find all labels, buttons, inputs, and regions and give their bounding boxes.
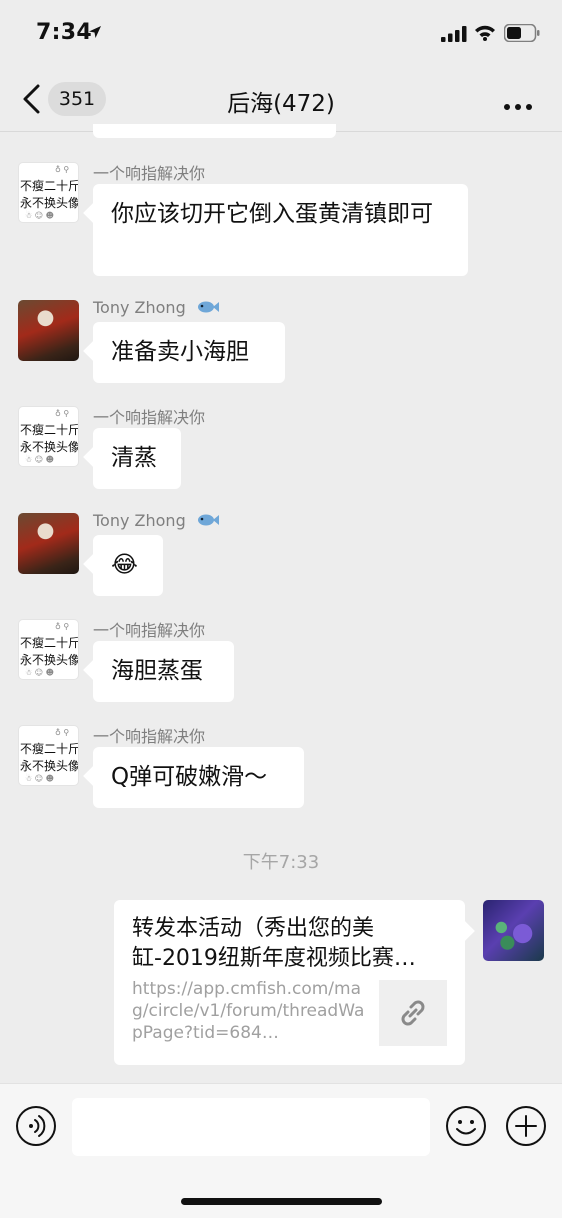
sender-avatar[interactable] [18, 513, 79, 574]
sender-avatar[interactable]: ♁ ⚲ 不瘦二十斤 永不换头像 ☃ ☺ ☻ [18, 406, 79, 467]
emoji-icon[interactable] [445, 1105, 487, 1151]
link-card-url: https://app.cmfish.com/mag/circle/v1/for… [132, 979, 365, 1043]
message-text: 准备卖小海胆 [111, 339, 249, 365]
message-bubble[interactable]: 清蒸 [93, 428, 181, 489]
link-card-title: 转发本活动（秀出您的美缸-2019纽斯年度视频比赛… [132, 916, 416, 971]
battery-icon [503, 23, 540, 46]
home-indicator[interactable] [181, 1198, 382, 1205]
status-bar: 7:34 [0, 0, 562, 66]
message-bubble[interactable]: 😂 [93, 535, 163, 596]
voice-input-icon[interactable] [15, 1105, 57, 1151]
sender-avatar[interactable] [18, 300, 79, 361]
link-card[interactable]: 转发本活动（秀出您的美缸-2019纽斯年度视频比赛… https://app.c… [114, 900, 465, 1065]
sender-avatar[interactable]: ♁ ⚲ 不瘦二十斤 永不换头像 ☃ ☺ ☻ [18, 162, 79, 223]
message-bubble[interactable]: 海胆蒸蛋 [93, 641, 234, 702]
status-time: 7:34 [36, 20, 92, 45]
cellular-signal-icon [441, 26, 467, 46]
sender-name: 一个响指解决你 [93, 164, 206, 183]
sender-name: Tony Zhong [93, 511, 219, 531]
sender-name: Tony Zhong [93, 298, 219, 318]
message-text: Q弹可破嫩滑～ [111, 764, 268, 790]
message-bubble[interactable]: 你应该切开它倒入蛋黄清镇即可 [93, 184, 468, 276]
previous-message-bubble[interactable] [93, 124, 336, 138]
location-arrow-icon [88, 24, 102, 43]
message-text: 清蒸 [111, 445, 157, 471]
message-input[interactable] [72, 1098, 430, 1156]
message-text: 海胆蒸蛋 [111, 658, 203, 684]
chat-header: 351 后海(472) [0, 66, 562, 132]
link-thumbnail [379, 980, 447, 1046]
fish-icon [197, 299, 219, 318]
fish-icon [197, 512, 219, 531]
my-avatar[interactable] [483, 900, 544, 961]
more-options-icon[interactable] [503, 96, 533, 115]
link-icon [401, 1000, 425, 1026]
sender-avatar[interactable]: ♁ ⚲ 不瘦二十斤 永不换头像 ☃ ☺ ☻ [18, 619, 79, 680]
message-timestamp: 下午7:33 [242, 852, 320, 873]
sender-name: 一个响指解决你 [93, 408, 206, 427]
message-bubble[interactable]: 准备卖小海胆 [93, 322, 285, 383]
message-emoji: 😂 [111, 552, 138, 578]
sender-avatar[interactable]: ♁ ⚲ 不瘦二十斤 永不换头像 ☃ ☺ ☻ [18, 725, 79, 786]
add-attachment-icon[interactable] [505, 1105, 547, 1151]
wifi-icon [474, 24, 496, 45]
chat-title: 后海(472) [227, 91, 335, 117]
sender-name: 一个响指解决你 [93, 727, 206, 746]
message-bubble[interactable]: Q弹可破嫩滑～ [93, 747, 304, 808]
message-text: 你应该切开它倒入蛋黄清镇即可 [111, 201, 433, 227]
sender-name: 一个响指解决你 [93, 621, 206, 640]
